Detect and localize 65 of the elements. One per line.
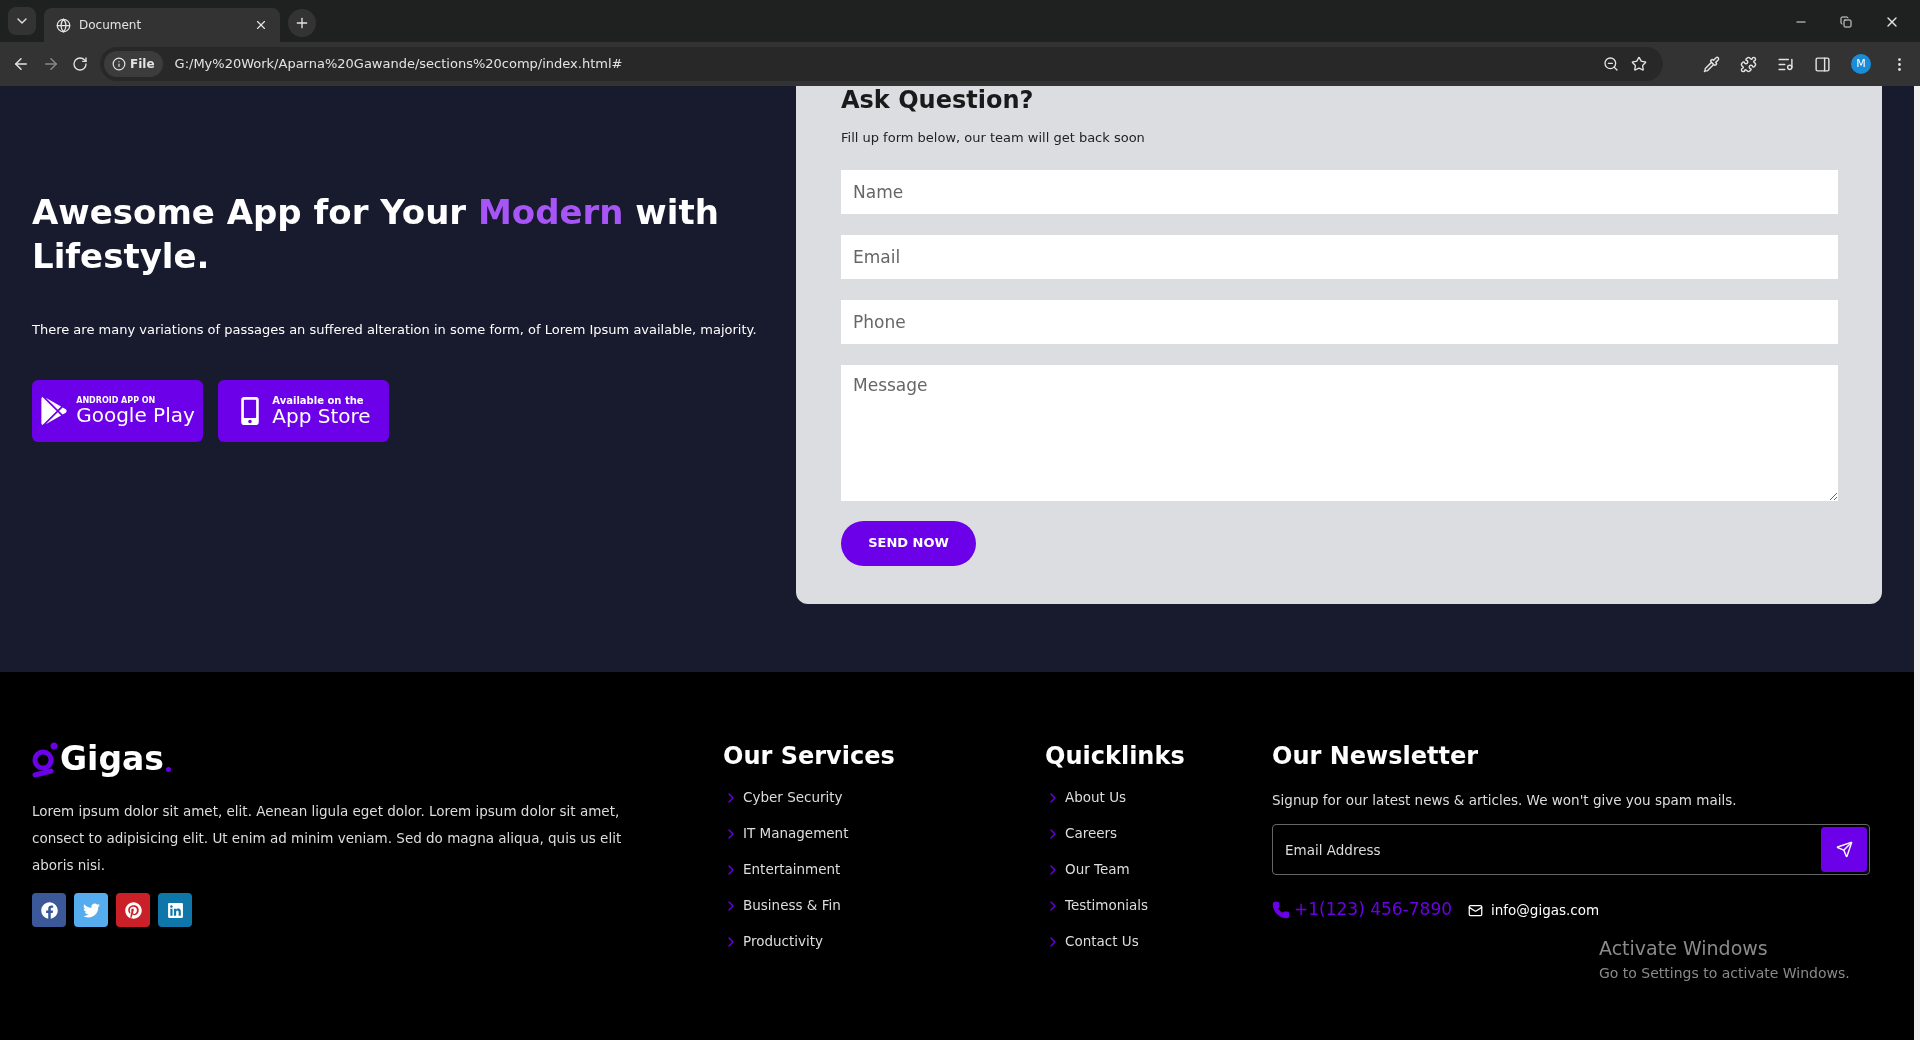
- email-field[interactable]: Email Address: [1272, 824, 1870, 876]
- info-icon: [112, 57, 126, 71]
- text-input-field[interactable]: Phone: [841, 299, 1838, 344]
- form-title: Ask Question?: [841, 86, 1035, 114]
- bookmark-star-icon[interactable]: [1631, 56, 1647, 72]
- tab-list-button[interactable]: [8, 7, 36, 35]
- facebook-icon: [40, 901, 58, 919]
- text-input-field[interactable]: Email: [841, 234, 1838, 279]
- message-field[interactable]: Message: [841, 364, 1838, 501]
- footer-link[interactable]: Contact Us: [1045, 932, 1272, 951]
- restore-icon[interactable]: [1840, 16, 1852, 28]
- footer-link[interactable]: Our Team: [1045, 860, 1272, 879]
- activate-windows-text: Go to Settings to activate Windows.: [1599, 963, 1850, 983]
- twitter-button[interactable]: [74, 893, 108, 927]
- activate-windows-title: Activate Windows: [1599, 936, 1769, 961]
- twitter-icon: [82, 901, 100, 919]
- form-subtitle: Fill up form below, our team will get back soon: [841, 129, 1146, 147]
- send-now-button[interactable]: SEND NOW: [841, 520, 976, 566]
- globe-icon: [56, 17, 71, 33]
- eyedropper-icon[interactable]: [1703, 55, 1720, 73]
- footer-link[interactable]: About Us: [1045, 788, 1272, 807]
- new-tab-button[interactable]: [288, 9, 316, 37]
- footer-link[interactable]: Productivity: [723, 932, 1045, 951]
- logo-mark-icon: [32, 742, 58, 778]
- browser-tab[interactable]: Document: [44, 8, 280, 42]
- close-icon[interactable]: [254, 18, 268, 32]
- send-icon: [1835, 841, 1853, 859]
- gigas-logo: Gigas: [32, 738, 723, 778]
- app-store-button[interactable]: Available on the App Store: [218, 379, 389, 442]
- google-play-button[interactable]: ANDROID APP ON Google Play: [32, 379, 203, 442]
- url-text: G:/My%20Work/Aparna%20Gawande/sections%20comp/index.html#: [174, 55, 624, 74]
- phone-icon: [1272, 901, 1290, 919]
- footer-link[interactable]: Entertainment: [723, 860, 1045, 879]
- tab-title: Document: [79, 17, 143, 34]
- newsletter-text: Signup for our latest news & articles. We won't give you spam mails.: [1272, 791, 1738, 810]
- reload-icon[interactable]: [72, 56, 88, 72]
- zoom-icon[interactable]: [1603, 56, 1619, 72]
- linkedin-icon: [166, 901, 184, 919]
- hero-description: There are many variations of passages an suffered alteration in some form, of Lorem Ipsum available, majority.: [32, 321, 758, 339]
- play-icon: [40, 396, 69, 425]
- linkedin-button[interactable]: [158, 893, 192, 927]
- send-button[interactable]: [1821, 827, 1867, 873]
- extensions-icon[interactable]: [1740, 55, 1757, 73]
- forward-icon[interactable]: [42, 55, 60, 73]
- footer-link[interactable]: Cyber Security: [723, 788, 1045, 807]
- footer-link[interactable]: Testimonials: [1045, 896, 1272, 915]
- email-link[interactable]: info@gigas.com: [1468, 899, 1600, 921]
- footer-about: Lorem ipsum dolor sit amet, elit. Aenean ligula eget dolor. Lorem ipsum dolor sit amet, consect to adipisicing elit. Ut enim ad minim veniam. Sed do magna aliqua, quis us elit aboris nisi.: [32, 802, 623, 875]
- text-input-field[interactable]: Name: [841, 169, 1838, 214]
- column-heading: Our Newsletter: [1272, 741, 1480, 772]
- footer-link[interactable]: Careers: [1045, 824, 1272, 843]
- footer-link[interactable]: IT Management: [723, 824, 1045, 843]
- address-bar[interactable]: File G:/My%20Work/Aparna%20Gawande/sections%20comp/index.html#: [100, 47, 1663, 81]
- back-icon[interactable]: [12, 55, 30, 73]
- hero-heading: Awesome App for Your Modern with Lifestyle.: [32, 191, 720, 278]
- footer-link[interactable]: Business & Fin: [723, 896, 1045, 915]
- side-panel-icon[interactable]: [1814, 55, 1831, 73]
- plus-icon: [294, 15, 310, 31]
- pinterest-button[interactable]: [116, 893, 150, 927]
- column-heading: Our Services: [723, 741, 896, 772]
- site-info-chip[interactable]: File: [104, 51, 163, 77]
- column-heading: Quicklinks: [1045, 741, 1186, 772]
- pinterest-icon: [124, 901, 142, 919]
- facebook-button[interactable]: [32, 893, 66, 927]
- mail-icon: [1468, 902, 1484, 918]
